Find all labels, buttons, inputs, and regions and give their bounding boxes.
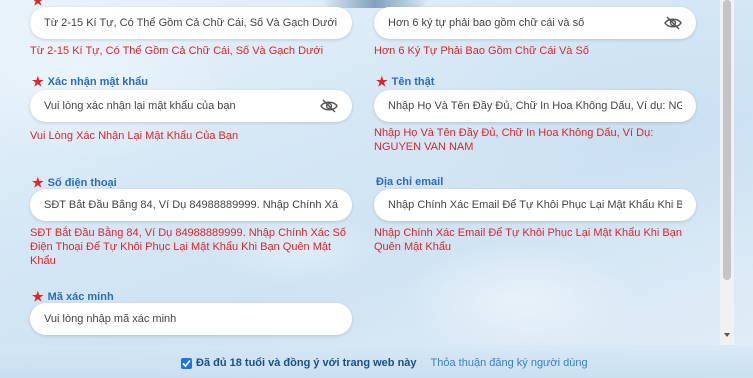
phone-input[interactable]: SĐT Bắt Đầu Bằng 84, Ví Dụ 84988889999. … (30, 189, 352, 221)
real-name-error: Nhập Họ Và Tên Đầy Đủ, Chữ In Hoa Không … (374, 126, 653, 154)
real-name-placeholder: Nhập Họ Và Tên Đầy Đủ, Chữ In Hoa Không … (388, 100, 682, 112)
agreement-text: Đã đủ 18 tuổi và đồng ý với trang web nà… (196, 357, 417, 369)
real-name-error-line: NGUYEN VAN NAM (374, 141, 474, 153)
agreement-row: Đã đủ 18 tuổi và đồng ý với trang web nà… (181, 357, 588, 369)
real-name-error-line: Nhập Họ Và Tên Đầy Đủ, Chữ In Hoa Không … (374, 127, 654, 139)
captcha-input[interactable]: Vui lòng nhập mã xác minh (30, 303, 352, 335)
agree-checkbox[interactable] (181, 357, 192, 369)
email-error-line: Quên Mật Khẩu (374, 241, 452, 253)
eye-slash-icon[interactable] (320, 99, 338, 113)
email-label: Địa chỉ email (376, 176, 443, 188)
real-name-input[interactable]: Nhập Họ Và Tên Đầy Đủ, Chữ In Hoa Không … (374, 90, 696, 122)
confirm-password-placeholder: Vui lòng xác nhận lại mật khẩu của bạn (44, 100, 236, 112)
required-star-icon: ★ (32, 0, 44, 8)
phone-error: SĐT Bắt Đầu Bằng 84, Ví Dụ 84988889999. … (30, 226, 346, 268)
checkmark-icon (182, 359, 191, 367)
email-placeholder: Nhập Chính Xác Email Để Tự Khôi Phục Lại… (388, 199, 682, 211)
scroll-down-arrow-icon[interactable] (724, 333, 730, 337)
required-star-icon: ★ (376, 74, 388, 89)
required-star-icon: ★ (32, 74, 44, 89)
username-label-fragment: ★ (32, 0, 48, 7)
password-error: Hơn 6 Ký Tự Phải Bao Gồm Chữ Cái Và Số (374, 45, 589, 57)
required-star-icon: ★ (32, 175, 44, 190)
confirm-password-label-text: Xác nhận mật khẩu (47, 75, 148, 88)
username-error: Từ 2-15 Kí Tự, Có Thể Gồm Cả Chữ Cái, Số… (30, 45, 324, 57)
real-name-label-text: Tên thật (391, 75, 435, 88)
captcha-label: ★ Mã xác minh (32, 290, 114, 303)
phone-placeholder: SĐT Bắt Đầu Bằng 84, Ví Dụ 84988889999. … (44, 199, 338, 211)
username-input[interactable]: Từ 2-15 Kí Tự, Có Thể Gồm Cả Chữ Cái, Số… (30, 7, 352, 39)
confirm-password-label: ★ Xác nhận mật khẩu (32, 75, 148, 88)
eye-slash-icon[interactable] (664, 16, 682, 30)
phone-label: ★ Số điện thoại (32, 176, 117, 189)
email-input[interactable]: Nhập Chính Xác Email Để Tự Khôi Phục Lại… (374, 189, 696, 221)
password-input[interactable]: Hơn 6 ký tự phải bao gồm chữ cái và số (374, 7, 696, 39)
captcha-label-text: Mã xác minh (47, 290, 114, 303)
phone-label-text: Số điện thoại (47, 176, 117, 189)
real-name-label: ★ Tên thật (376, 75, 434, 88)
email-error-line: Nhập Chính Xác Email Để Tự Khôi Phục Lại… (374, 227, 682, 239)
required-star-icon: ★ (32, 289, 44, 304)
password-input-value: Hơn 6 ký tự phải bao gồm chữ cái và số (388, 17, 585, 29)
email-label-text: Địa chỉ email (376, 176, 444, 188)
captcha-placeholder: Vui lòng nhập mã xác minh (44, 313, 177, 325)
user-agreement-link[interactable]: Thỏa thuận đăng ký người dùng (431, 357, 588, 369)
confirm-password-input[interactable]: Vui lòng xác nhận lại mật khẩu của bạn (30, 90, 352, 122)
phone-error-line: Khẩu (30, 255, 56, 267)
phone-error-line: Điện Thoại Để Tự Khôi Phục Lại Mật Khẩu … (30, 241, 332, 253)
username-input-value: Từ 2-15 Kí Tự, Có Thể Gồm Cả Chữ Cái, Số… (44, 17, 338, 29)
form-scrollbar[interactable] (720, 0, 734, 345)
scrollbar-thumb[interactable] (723, 0, 731, 280)
email-error: Nhập Chính Xác Email Để Tự Khôi Phục Lại… (374, 226, 682, 254)
confirm-password-error: Vui Lòng Xác Nhận Lại Mật Khẩu Của Bạn (30, 130, 239, 142)
phone-error-line: SĐT Bắt Đầu Bằng 84, Ví Dụ 84988889999. … (30, 227, 346, 239)
